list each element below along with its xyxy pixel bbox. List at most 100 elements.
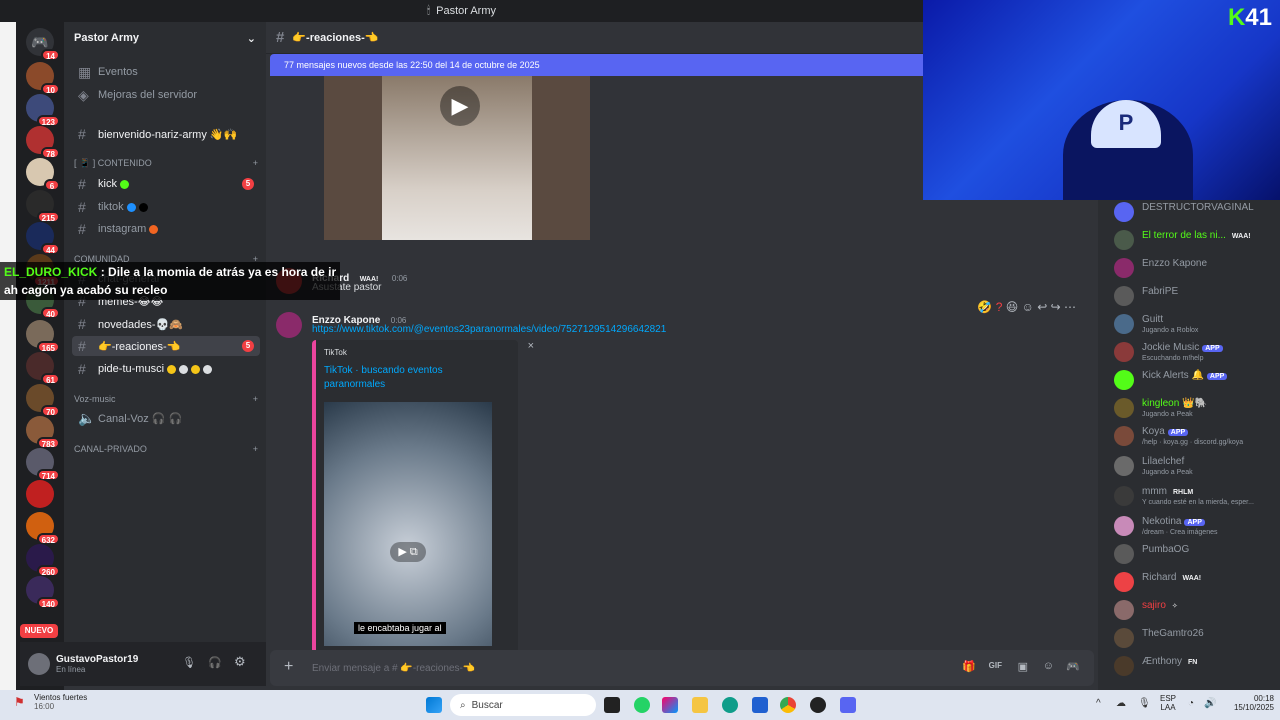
server-icon[interactable]: 260 (26, 544, 60, 577)
server-icon[interactable]: 632 (26, 512, 60, 545)
server-icon[interactable]: 78 (26, 126, 60, 159)
language-indicator[interactable]: ESP LAA (1160, 694, 1176, 712)
server-header[interactable]: Pastor Army ⌄ (64, 22, 266, 54)
server-icon[interactable]: 165 (26, 320, 60, 353)
microphone-icon[interactable]: 🎙 (182, 656, 196, 669)
server-icon[interactable]: 10 (26, 62, 60, 95)
edge-icon[interactable] (722, 697, 738, 713)
add-reaction-icon[interactable]: ☺ (1022, 300, 1034, 314)
server-icon[interactable]: 714 (26, 448, 60, 481)
member-item[interactable]: Lilaelchef Jugando a Peak (1114, 454, 1274, 480)
member-item[interactable]: Ænthony FN (1114, 654, 1274, 680)
weather-widget[interactable]: ⚑ Vientos fuertes 16:00 (14, 693, 87, 711)
server-icon[interactable] (26, 480, 54, 508)
folder-icon[interactable] (692, 697, 708, 713)
member-item[interactable]: sajiro ✧ ㅤㅤ (1114, 598, 1274, 624)
message-input[interactable]: + Enviar mensaje a # 👉-reaciones-👈 🎁 GIF… (270, 650, 1094, 686)
video-thumbnail[interactable]: ▶ ⧉ le encabtaba jugar al (324, 402, 492, 646)
avatar[interactable] (276, 312, 302, 338)
channel-tiktok[interactable]: # tiktok (72, 197, 260, 217)
server-icon[interactable]: 215 (26, 190, 60, 223)
message-link[interactable]: https://www.tiktok.com/@eventos23paranor… (312, 324, 666, 335)
search-icon: ⌕ (460, 699, 466, 711)
headphones-icon[interactable]: 🎧 (208, 656, 222, 669)
wifi-icon[interactable]: ◔ (1188, 698, 1194, 709)
obs-icon[interactable] (810, 697, 826, 713)
server-icon[interactable]: 783 (26, 416, 60, 449)
search-box[interactable]: ⌕ Buscar (450, 694, 596, 716)
discord-home-icon[interactable]: 🎮 14 (26, 28, 60, 61)
close-icon[interactable]: × (528, 340, 534, 352)
server-icon[interactable]: 61 (26, 352, 60, 385)
sticker-icon[interactable]: ▣ (1018, 660, 1028, 673)
channel-kick[interactable]: # kick 5 (72, 174, 260, 194)
events-item[interactable]: ▦ Eventos (72, 62, 260, 82)
reply-icon[interactable]: ↩ (1037, 300, 1047, 314)
gear-icon[interactable]: ⚙ (234, 654, 246, 670)
whatsapp-icon[interactable] (634, 697, 650, 713)
server-icon[interactable]: 123 (26, 94, 60, 127)
new-badge[interactable]: NUEVO (20, 624, 58, 638)
discord-icon[interactable] (840, 697, 856, 713)
member-item[interactable]: Jockie Music APP Escuchando m!help (1114, 340, 1274, 366)
windows-start-icon[interactable] (426, 697, 442, 713)
play-icon[interactable]: ▶ ⧉ (390, 542, 426, 562)
member-item[interactable]: kingleon 👑🐘 Jugando a Peak (1114, 396, 1274, 422)
question-icon[interactable]: ? (996, 300, 1003, 314)
tray-chevron-icon[interactable]: ^ (1096, 698, 1101, 709)
member-item[interactable]: PumbaOG (1114, 542, 1274, 568)
taskview-icon[interactable] (604, 697, 620, 713)
channel-pide-tu-musci[interactable]: # pide-tu-musci (72, 359, 260, 379)
volume-icon[interactable]: 🔊 (1204, 698, 1216, 709)
plus-icon[interactable]: + (253, 444, 258, 454)
video-embed[interactable]: ▶ (324, 76, 590, 240)
smile-icon[interactable]: 😆 (1006, 300, 1019, 314)
server-icon[interactable]: 140 (26, 576, 60, 609)
member-item[interactable]: Nekotina APP/dream · Crea imágenes (1114, 514, 1274, 540)
gift-icon[interactable]: 🎁 (962, 660, 976, 673)
category-voz[interactable]: Voz-music + (74, 394, 258, 404)
server-icon[interactable]: 6 (26, 158, 60, 191)
more-icon[interactable]: ⋯ (1064, 300, 1076, 314)
chrome-icon[interactable] (780, 697, 796, 713)
clock[interactable]: 00:18 15/10/2025 (1222, 694, 1274, 712)
boosts-item[interactable]: ◈ Mejoras del servidor (72, 85, 260, 105)
channel-welcome[interactable]: # bienvenido-nariz-army 👋🙌 (72, 124, 260, 144)
new-messages-bar[interactable]: 77 mensajes nuevos desde las 22:50 del 1… (270, 54, 928, 76)
network-icon[interactable]: ☁ (1116, 698, 1126, 709)
member-item[interactable]: Guitt Jugando a Roblox (1114, 312, 1274, 338)
member-item[interactable]: FabriPE (1114, 284, 1274, 310)
category-privado[interactable]: CANAL-PRIVADO + (74, 444, 258, 454)
voice-channel[interactable]: 🔈 Canal-Voz 🎧 🎧 (72, 408, 260, 428)
server-icon[interactable]: 70 (26, 384, 60, 417)
mention-badge: 78 (41, 147, 60, 159)
member-item[interactable]: Kick Alerts 🔔 APP (1114, 368, 1274, 394)
copilot-icon[interactable] (662, 697, 678, 713)
play-icon[interactable]: ▶ (440, 86, 480, 126)
server-icon[interactable]: 44 (26, 222, 60, 255)
channel-instagram[interactable]: # instagram (72, 219, 260, 239)
gamepad-icon[interactable]: 🎮 (1066, 660, 1080, 673)
channel-label: Canal-Voz 🎧 🎧 (98, 412, 183, 425)
plus-icon[interactable]: + (253, 394, 258, 404)
forward-icon[interactable]: ↪ (1051, 300, 1061, 314)
emoji-icon[interactable]: ☺ (1043, 660, 1054, 672)
category-contenido[interactable]: [ 📱 ] CONTENIDO + (74, 158, 258, 169)
avatar[interactable] (28, 653, 50, 675)
member-item[interactable]: mmm RHLM Y cuando esté en la mierda, esper… (1114, 484, 1274, 510)
channel-reacciones[interactable]: # 👉-reaciones-👈 5 (72, 336, 260, 356)
mic-tray-icon[interactable]: 🎙 (1138, 698, 1151, 709)
member-item[interactable]: DESTRUCTORVAGINAL (1114, 200, 1274, 226)
channel-novedades[interactable]: # novedades-💀🙈 (72, 314, 260, 334)
member-item[interactable]: Richard WAA! (1114, 570, 1274, 596)
emoji-reaction-icon[interactable]: 🤣 (977, 300, 992, 314)
member-item[interactable]: TheGamtro26 (1114, 626, 1274, 652)
plus-icon[interactable]: + (253, 158, 258, 169)
member-item[interactable]: Koya APP/help · koya.gg · discord.gg/koya (1114, 424, 1274, 450)
store-icon[interactable] (752, 697, 768, 713)
gif-icon[interactable]: GIF (989, 661, 1002, 670)
embed-title[interactable]: TikTok · buscando eventos paranormales (324, 364, 464, 392)
member-item[interactable]: Enzzo Kapone (1114, 256, 1274, 282)
member-item[interactable]: El terror de las ni... WAA! (1114, 228, 1274, 254)
plus-icon[interactable]: + (284, 658, 293, 676)
